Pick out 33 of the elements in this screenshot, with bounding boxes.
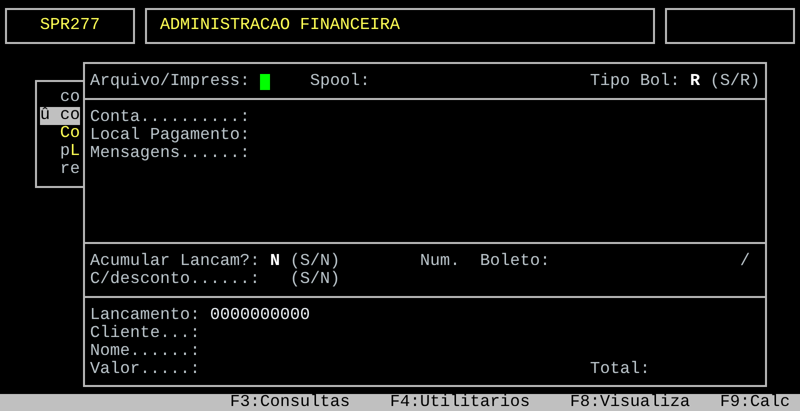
menu-item[interactable]: pL bbox=[40, 143, 80, 161]
field-value: N bbox=[270, 253, 280, 271]
menu-item[interactable]: Co bbox=[40, 125, 80, 143]
separator-text: / bbox=[740, 253, 750, 271]
field-label: Num. bbox=[420, 253, 460, 271]
menu-item[interactable]: co bbox=[40, 89, 80, 107]
system-title: ADMINISTRACAO FINANCEIRA bbox=[160, 17, 400, 35]
field-label: Mensagens......: bbox=[90, 145, 250, 163]
field-hint: (S/R) bbox=[710, 73, 760, 91]
field-label: Total: bbox=[590, 361, 650, 379]
function-key[interactable]: F8:Visualiza bbox=[570, 394, 690, 411]
field-value: R bbox=[690, 73, 700, 91]
program-code: SPR277 bbox=[40, 17, 100, 35]
field-label: Spool: bbox=[310, 73, 370, 91]
function-key[interactable]: F4:Utilitarios bbox=[390, 394, 530, 411]
field-label: Nome......: bbox=[90, 343, 200, 361]
menu-item[interactable]: û co bbox=[40, 107, 80, 125]
field-label: C/desconto......: bbox=[90, 271, 260, 289]
field-label: Conta..........: bbox=[90, 109, 250, 127]
field-label: Arquivo/Impress: bbox=[90, 73, 250, 91]
field-hint: (S/N) bbox=[290, 271, 340, 289]
function-key[interactable]: F3:Consultas bbox=[230, 394, 350, 411]
field-label: Acumular Lancam?: bbox=[90, 253, 260, 271]
field-label: Tipo Bol: bbox=[590, 73, 680, 91]
field-label: Lancamento: bbox=[90, 307, 200, 325]
field-label: Local Pagamento: bbox=[90, 127, 250, 145]
field-label: Valor.....: bbox=[90, 361, 200, 379]
field-hint: (S/N) bbox=[290, 253, 340, 271]
function-key[interactable]: F9:Calc bbox=[720, 394, 790, 411]
field-label: Cliente...: bbox=[90, 325, 200, 343]
menu-item[interactable]: re bbox=[40, 161, 80, 179]
field-value: 0000000000 bbox=[210, 307, 310, 325]
field-label: Boleto: bbox=[480, 253, 550, 271]
